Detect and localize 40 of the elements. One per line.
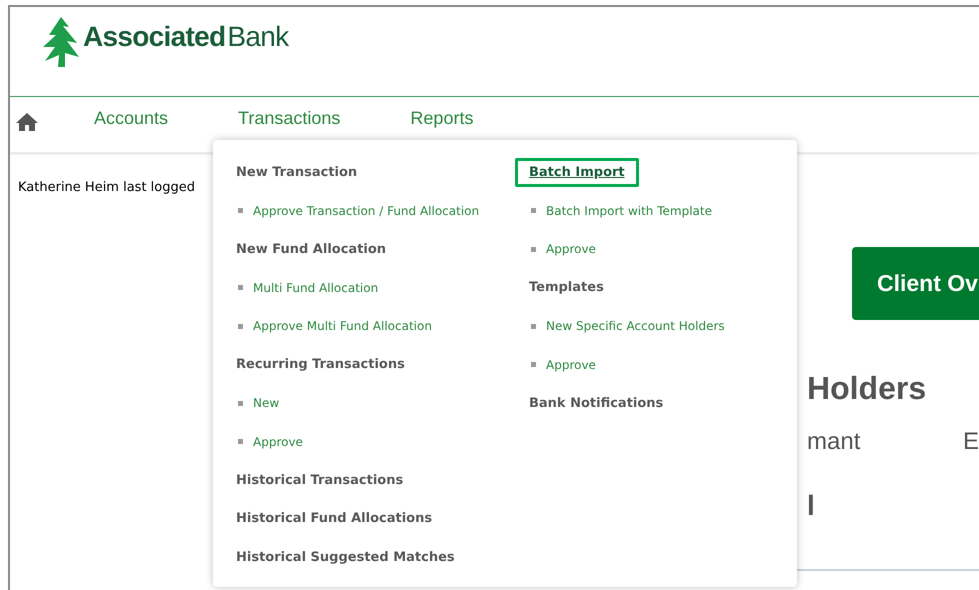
bullet-icon bbox=[238, 208, 243, 214]
bullet-icon bbox=[238, 324, 243, 329]
logo-wordmark: Associated bbox=[83, 20, 226, 54]
column-header: E bbox=[962, 430, 979, 454]
bullet-icon bbox=[238, 400, 243, 406]
menu-link[interactable]: Approve bbox=[253, 432, 303, 451]
client-overview-button[interactable]: Client Ov bbox=[852, 247, 979, 320]
logo-wordmark: Bank bbox=[227, 20, 288, 54]
menu-heading[interactable]: Historical Fund Allocations bbox=[236, 509, 432, 528]
menu-heading[interactable]: Historical Transactions bbox=[236, 470, 404, 490]
value-text: l bbox=[807, 492, 816, 520]
menu-link[interactable]: New bbox=[253, 394, 280, 412]
menu-link[interactable]: New Specific Account Holders bbox=[546, 317, 725, 336]
column-header: mant bbox=[807, 430, 862, 454]
menu-link[interactable]: Batch Import with Template bbox=[546, 202, 712, 220]
menu-heading[interactable]: New Fund Allocation bbox=[236, 240, 386, 259]
logo-tree-icon bbox=[43, 17, 79, 67]
menu-link[interactable]: Approve bbox=[546, 240, 596, 258]
nav-link[interactable]: Accounts bbox=[94, 105, 168, 132]
menu-heading[interactable]: Recurring Transactions bbox=[236, 355, 405, 374]
menu-link[interactable]: Approve Transaction / Fund Allocation bbox=[253, 202, 480, 220]
menu-heading[interactable]: Historical Suggested Matches bbox=[236, 548, 455, 567]
menu-heading[interactable]: New Transaction bbox=[236, 162, 358, 182]
bullet-icon bbox=[531, 208, 536, 214]
nav-link[interactable]: Reports bbox=[410, 105, 474, 132]
menu-link[interactable]: Approve bbox=[546, 356, 596, 374]
menu-heading[interactable]: Templates bbox=[529, 278, 604, 298]
menu-link[interactable]: Approve Multi Fund Allocation bbox=[253, 317, 432, 336]
home-icon[interactable] bbox=[15, 112, 39, 132]
menu-link[interactable]: Multi Fund Allocation bbox=[253, 278, 378, 297]
bullet-icon bbox=[531, 324, 536, 329]
bullet-icon bbox=[531, 362, 536, 368]
bullet-icon bbox=[238, 439, 243, 444]
menu-heading[interactable]: Bank Notifications bbox=[529, 394, 664, 413]
nav-link[interactable]: Transactions bbox=[238, 105, 340, 132]
menu-heading[interactable]: Batch Import bbox=[515, 158, 639, 187]
bullet-icon bbox=[531, 246, 536, 252]
bullet-icon bbox=[238, 285, 243, 290]
last-login-text: Katherine Heim last logged bbox=[18, 180, 196, 195]
section-heading: Holders bbox=[807, 372, 928, 404]
